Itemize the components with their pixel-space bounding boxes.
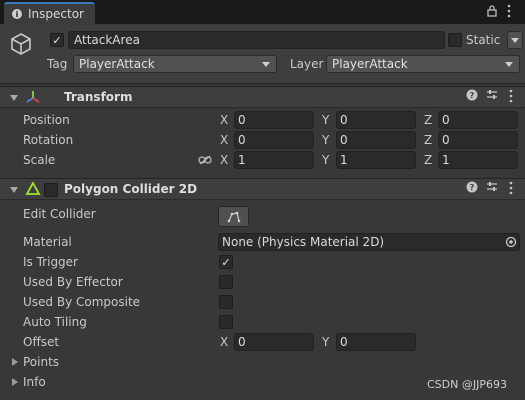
static-checkbox[interactable] [448, 33, 462, 47]
presets-icon[interactable] [486, 181, 498, 196]
chevron-down-icon [505, 62, 513, 67]
position-x-value: 0 [238, 113, 246, 127]
collider-enabled-checkbox[interactable] [44, 183, 58, 197]
is-trigger-label: Is Trigger [23, 255, 78, 269]
watermark: CSDN @JJP693 [427, 378, 507, 391]
rotation-label: Rotation [23, 133, 74, 147]
material-label: Material [23, 235, 72, 249]
tag-dropdown[interactable]: PlayerAttack [73, 55, 277, 73]
gameobject-name-field[interactable]: AttackArea [68, 31, 445, 49]
rotation-z-axis-label: Z [424, 133, 433, 147]
position-y-field[interactable]: 0 [336, 111, 416, 129]
offset-y-axis-label: Y [322, 335, 330, 349]
position-x-axis-label: X [220, 113, 229, 127]
transform-axes-icon [25, 89, 41, 108]
auto-tiling-label: Auto Tiling [23, 315, 87, 329]
offset-y-value: 0 [340, 335, 348, 349]
edit-polygon-icon [227, 211, 240, 222]
offset-x-axis-label: X [220, 335, 229, 349]
position-z-axis-label: Z [424, 113, 433, 127]
polygon-collider-icon [25, 181, 41, 200]
edit-collider-button[interactable] [218, 206, 249, 227]
offset-label: Offset [23, 335, 60, 349]
position-x-field[interactable]: 0 [234, 111, 314, 129]
checkmark-icon: ✓ [221, 255, 231, 269]
checkmark-icon: ✓ [52, 33, 62, 47]
inspector-tab-label: Inspector [28, 7, 84, 21]
tag-label: Tag [47, 57, 68, 71]
presets-icon[interactable] [486, 89, 498, 104]
rotation-z-value: 0 [442, 133, 450, 147]
position-z-field[interactable]: 0 [438, 111, 518, 129]
svg-text:?: ? [470, 183, 475, 192]
points-foldout-icon[interactable] [12, 358, 18, 366]
auto-tiling-checkbox[interactable] [219, 315, 233, 329]
tag-value: PlayerAttack [79, 57, 155, 71]
scale-x-value: 1 [238, 153, 246, 167]
info-foldout-icon[interactable] [12, 378, 18, 386]
info-label[interactable]: Info [23, 375, 46, 389]
scale-z-value: 1 [442, 153, 450, 167]
foldout-arrow-icon[interactable] [10, 187, 18, 193]
scale-x-field[interactable]: 1 [234, 151, 314, 169]
chevron-down-icon [262, 62, 270, 67]
inspector-tab-bar: i Inspector [0, 0, 525, 24]
foldout-arrow-icon[interactable] [10, 95, 18, 101]
used-by-effector-label: Used By Effector [23, 275, 123, 289]
offset-y-field[interactable]: 0 [336, 333, 416, 351]
inspector-tab[interactable]: i Inspector [4, 2, 95, 24]
gameobject-active-checkbox[interactable]: ✓ [50, 33, 64, 47]
rotation-y-value: 0 [340, 133, 348, 147]
static-label: Static [466, 33, 501, 47]
object-picker-icon[interactable] [505, 236, 517, 251]
position-z-value: 0 [442, 113, 450, 127]
help-icon[interactable]: ? [466, 89, 478, 104]
rotation-y-field[interactable]: 0 [336, 131, 416, 149]
position-label: Position [23, 113, 70, 127]
position-y-value: 0 [340, 113, 348, 127]
gameobject-name: AttackArea [74, 33, 140, 47]
transform-title: Transform [64, 90, 133, 104]
layer-dropdown[interactable]: PlayerAttack [326, 55, 520, 73]
material-value: None (Physics Material 2D) [222, 235, 385, 249]
rotation-x-axis-label: X [220, 133, 229, 147]
position-y-axis-label: Y [322, 113, 330, 127]
offset-x-field[interactable]: 0 [234, 333, 314, 351]
constrain-proportions-icon[interactable] [198, 154, 212, 168]
used-by-effector-checkbox[interactable] [219, 275, 233, 289]
used-by-composite-label: Used By Composite [23, 295, 141, 309]
chevron-down-icon [511, 38, 519, 43]
kebab-menu-icon[interactable] [509, 89, 513, 106]
scale-y-axis-label: Y [322, 153, 330, 167]
rotation-x-field[interactable]: 0 [234, 131, 314, 149]
kebab-menu-icon[interactable] [509, 181, 513, 198]
scale-y-value: 1 [340, 153, 348, 167]
is-trigger-checkbox[interactable]: ✓ [219, 255, 233, 269]
info-icon: i [12, 9, 22, 19]
help-icon[interactable]: ? [466, 181, 478, 196]
scale-label: Scale [23, 153, 56, 167]
scale-y-field[interactable]: 1 [336, 151, 416, 169]
lock-icon[interactable] [487, 5, 497, 20]
material-field[interactable]: None (Physics Material 2D) [218, 233, 520, 251]
layer-label: Layer [290, 57, 324, 71]
collider-title: Polygon Collider 2D [64, 182, 198, 196]
offset-x-value: 0 [238, 335, 246, 349]
kebab-menu-icon[interactable] [507, 4, 511, 21]
points-label[interactable]: Points [23, 355, 59, 369]
scale-z-axis-label: Z [424, 153, 433, 167]
scale-z-field[interactable]: 1 [438, 151, 518, 169]
rotation-z-field[interactable]: 0 [438, 131, 518, 149]
scale-x-axis-label: X [220, 153, 229, 167]
svg-text:?: ? [470, 91, 475, 100]
gameobject-cube-icon [10, 32, 32, 59]
used-by-composite-checkbox[interactable] [219, 295, 233, 309]
edit-collider-label: Edit Collider [23, 207, 96, 221]
layer-value: PlayerAttack [332, 57, 408, 71]
rotation-y-axis-label: Y [322, 133, 330, 147]
rotation-x-value: 0 [238, 133, 246, 147]
static-dropdown[interactable] [507, 31, 523, 49]
